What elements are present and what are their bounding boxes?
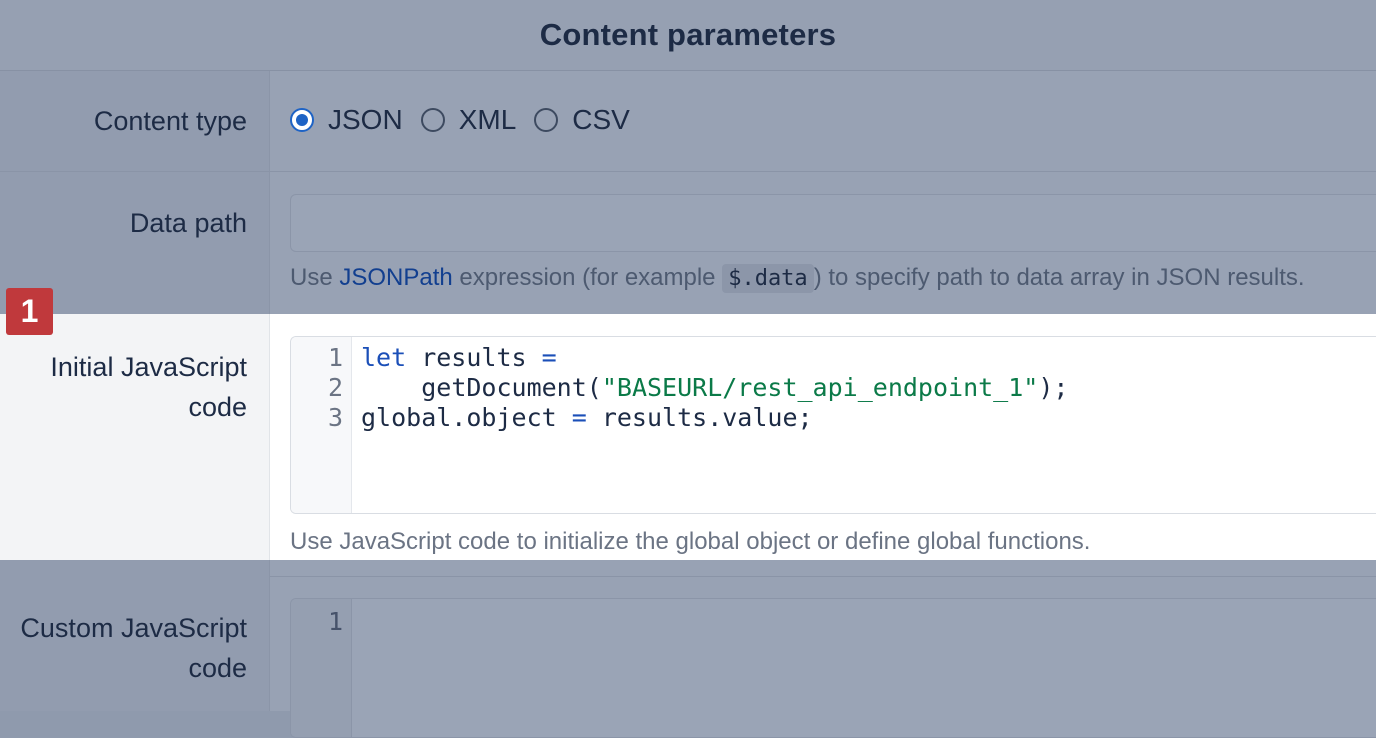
line-number-gutter: 1 2 3 [291, 337, 352, 513]
initial-js-label: Initial JavaScript code [50, 347, 247, 427]
code-string: "BASEURL/rest_api_endpoint_1" [601, 373, 1039, 402]
help-text-suffix: ) to specify path to data array in JSON … [813, 264, 1305, 291]
initial-js-label-line2: code [188, 392, 247, 422]
custom-js-row: Custom JavaScript code 1 [0, 560, 1376, 738]
line-number: 2 [327, 373, 343, 402]
data-path-row: Data path Use JSONPath expression (for e… [0, 172, 1376, 314]
radio-label-xml[interactable]: XML [459, 104, 517, 136]
data-path-input[interactable] [290, 194, 1376, 252]
data-path-help: Use JSONPath expression (for example $.d… [290, 264, 1305, 293]
radio-button-csv[interactable] [534, 108, 559, 132]
content-type-label: Content type [93, 106, 247, 136]
help-text-prefix: Use [290, 264, 340, 291]
data-path-label: Data path [129, 208, 247, 238]
content-type-radio-group: JSON XML CSV [290, 104, 648, 136]
line-number: 3 [327, 403, 343, 432]
line-number: 1 [327, 607, 343, 636]
radio-option-json[interactable]: JSON [290, 104, 403, 136]
custom-js-editor[interactable]: 1 [290, 598, 1376, 738]
custom-js-label-line1: Custom JavaScript [20, 613, 247, 643]
section-header: Content parameters [0, 0, 1376, 71]
radio-button-json[interactable] [290, 108, 314, 132]
code-identifier: global.object [361, 403, 572, 432]
radio-option-xml[interactable]: XML [420, 104, 517, 136]
example-code: $.data [722, 264, 814, 293]
custom-js-label: Custom JavaScript code [20, 608, 247, 688]
keyword-let: let [361, 343, 407, 372]
section-title: Content parameters [539, 17, 837, 52]
line-number: 1 [327, 343, 343, 372]
code-function-call: getDocument( [421, 373, 602, 402]
code-line-2[interactable]: getDocument("BASEURL/rest_api_endpoint_1… [361, 373, 1068, 402]
radio-label-csv[interactable]: CSV [572, 104, 630, 136]
content-type-row: Content type JSON XML CSV [0, 71, 1376, 171]
initial-js-help: Use JavaScript code to initialize the gl… [290, 528, 1091, 555]
initial-js-row: Initial JavaScript code 1 2 3 let result… [0, 288, 1376, 560]
code-line-1[interactable]: let results = [361, 343, 557, 372]
step-badge: 1 [6, 288, 53, 335]
code-identifier: results [406, 343, 542, 372]
radio-option-csv[interactable]: CSV [534, 104, 630, 136]
divider [270, 576, 1376, 577]
code-operator: = [541, 343, 557, 372]
initial-js-label-line1: Initial JavaScript [50, 352, 247, 382]
jsonpath-link[interactable]: JSONPath [339, 264, 452, 291]
custom-js-label-line2: code [188, 653, 247, 683]
help-text-middle: expression (for example [452, 264, 723, 291]
code-operator: = [571, 403, 587, 432]
code-identifier: results.value; [586, 403, 813, 432]
initial-js-editor[interactable]: 1 2 3 let results = getDocument("BASEURL… [290, 336, 1376, 514]
code-punctuation: ); [1038, 373, 1069, 402]
code-line-3[interactable]: global.object = results.value; [361, 403, 813, 432]
radio-label-json[interactable]: JSON [328, 104, 403, 136]
radio-button-xml[interactable] [420, 108, 445, 132]
line-number-gutter: 1 [291, 599, 352, 737]
